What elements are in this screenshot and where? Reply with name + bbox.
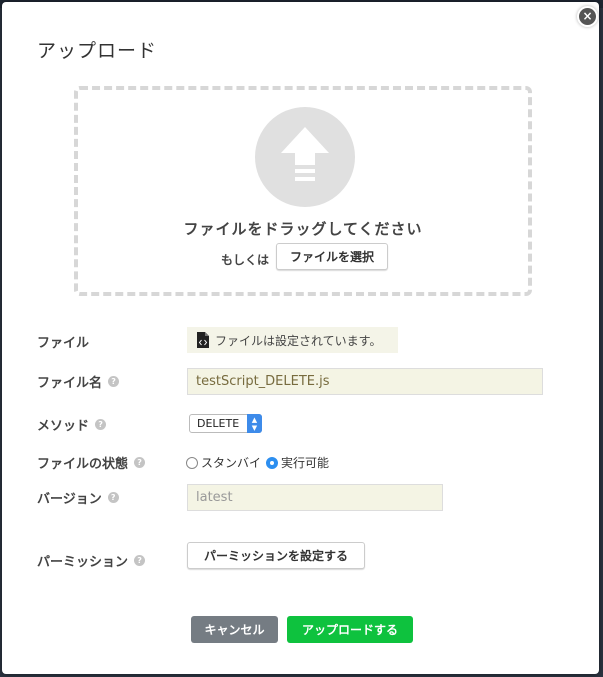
file-label-text: ファイル [37,336,90,351]
file-drop-zone[interactable]: ファイルをドラッグしてください もしくは ファイルを選択 [74,86,532,296]
help-icon[interactable]: ? [134,555,146,566]
help-icon[interactable]: ? [107,492,119,503]
radio-standby[interactable]: スタンバイ [186,454,261,471]
upload-dialog: × アップロード ファイルをドラッグしてください もしくは ファイルを選択 ファ… [2,2,599,674]
upload-arrow-icon [255,107,355,207]
or-label: もしくは [221,253,270,267]
permission-label-text: パーミッション [37,555,129,570]
permission-label: パーミッション ? [37,551,146,570]
select-arrows-icon: ▲ ▼ [247,414,262,433]
version-input[interactable]: latest [187,484,443,511]
set-permission-button[interactable]: パーミッションを設定する [187,542,365,569]
version-label-text: バージョン [37,492,102,507]
upload-button[interactable]: アップロードする [287,616,413,643]
file-state-label-text: ファイルの状態 [37,457,129,472]
radio-standby-circle[interactable] [186,456,198,469]
method-label-text: メソッド [37,419,90,434]
cancel-button[interactable]: キャンセル [191,616,278,643]
version-label: バージョン ? [37,488,119,507]
filename-label: ファイル名 ? [37,372,120,391]
help-icon[interactable]: ? [134,457,146,468]
drop-instruction: ファイルをドラッグしてください [183,220,423,238]
file-label: ファイル [37,332,89,351]
radio-standby-label: スタンバイ [201,456,262,470]
select-file-button[interactable]: ファイルを選択 [276,243,388,270]
method-label: メソッド ? [37,415,107,434]
method-selected-value: DELETE [197,417,240,430]
filename-input[interactable]: testScript_DELETE.js [187,368,543,395]
help-icon[interactable]: ? [108,376,120,387]
script-file-icon [197,332,209,348]
dialog-title: アップロード [37,40,158,62]
file-state-label: ファイルの状態 ? [37,453,146,472]
method-select[interactable]: DELETE ▲ ▼ [189,414,262,433]
file-status-box: ファイルは設定されています。 [187,327,398,353]
radio-executable-circle[interactable] [266,456,278,469]
file-status-text: ファイルは設定されています。 [215,333,382,348]
radio-executable-label: 実行可能 [281,456,330,470]
help-icon[interactable]: ? [95,419,107,430]
radio-executable[interactable]: 実行可能 [266,454,329,471]
close-icon[interactable]: × [579,8,596,25]
filename-label-text: ファイル名 [37,376,103,391]
